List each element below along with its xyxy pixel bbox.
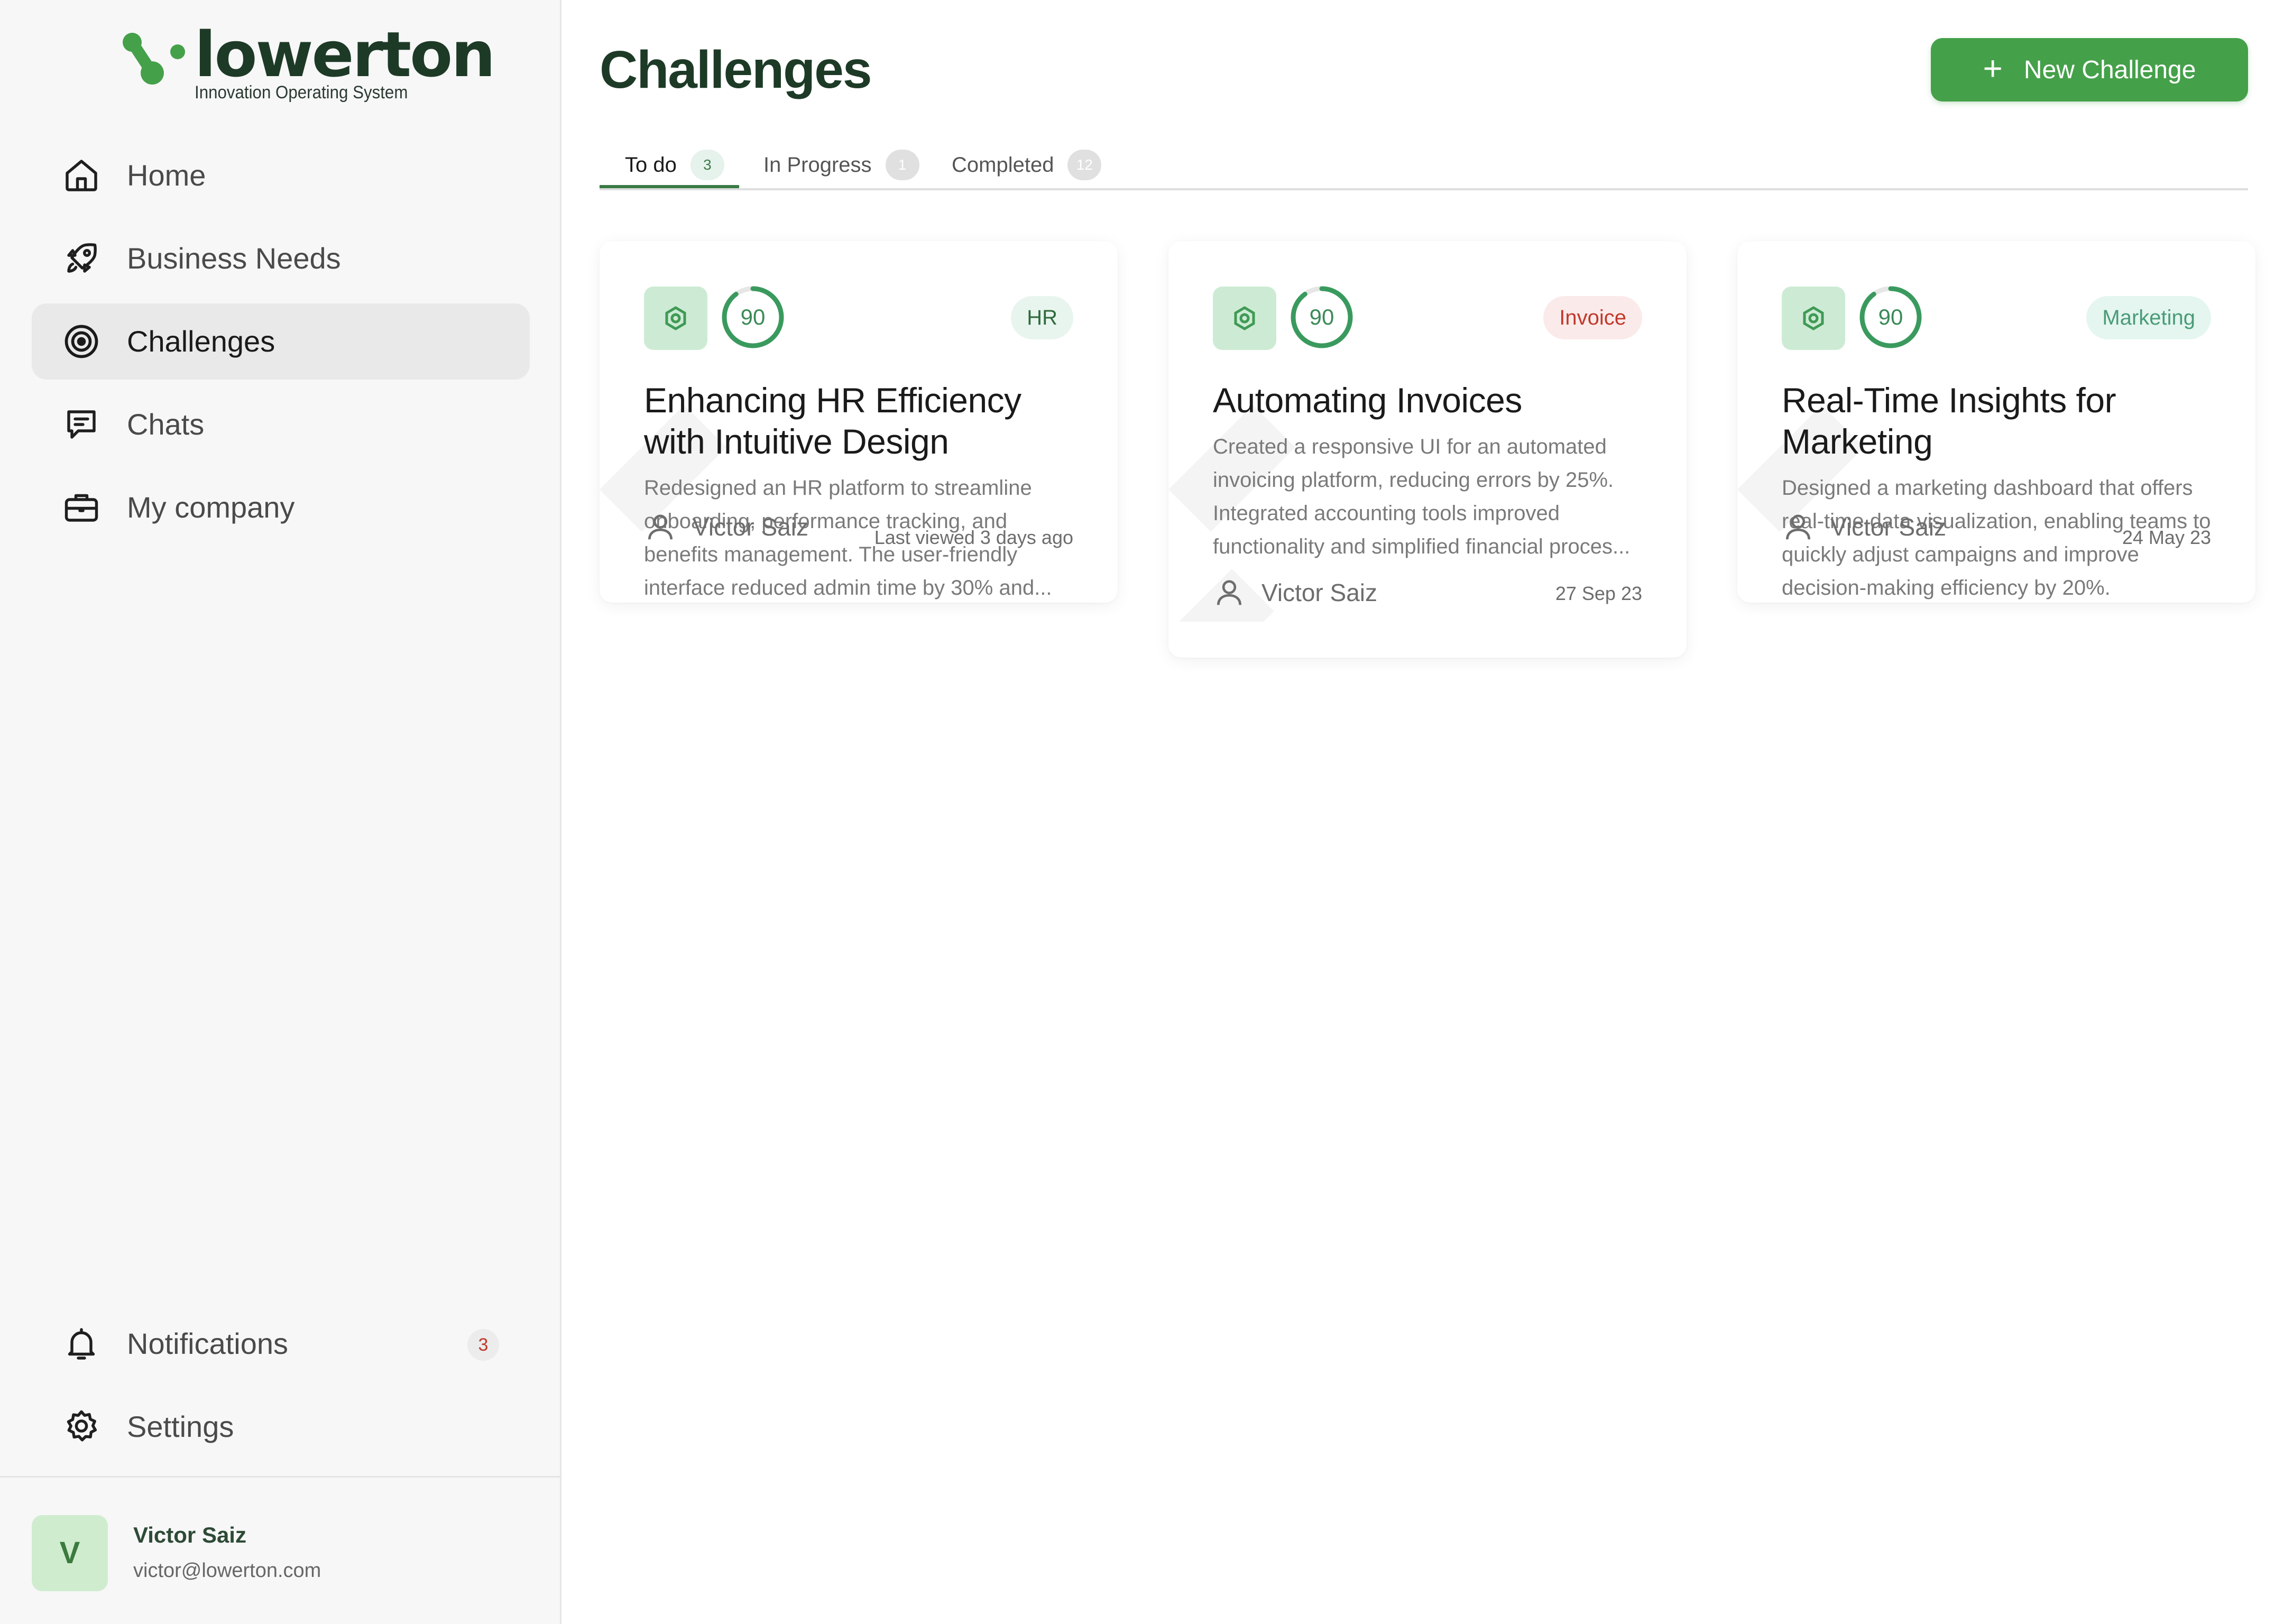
sidebar-item-label: My company	[127, 491, 295, 524]
plus-icon: +	[1983, 49, 2003, 87]
tab-label: To do	[625, 153, 677, 177]
hex-gear-icon	[1803, 306, 1824, 330]
card-author: Victor Saiz	[1213, 574, 1377, 611]
sidebar: lowerton Innovation Operating System Hom…	[0, 0, 561, 1624]
home-icon	[66, 160, 97, 191]
notification-count-badge: 3	[467, 1329, 499, 1361]
chat-icon	[67, 410, 96, 439]
briefcase-icon	[65, 494, 98, 522]
hex-gear-icon	[665, 306, 686, 330]
tab-label: In Progress	[763, 153, 872, 177]
avatar[interactable]: V	[32, 1515, 108, 1591]
card-date: 27 Sep 23	[1555, 583, 1642, 604]
tab-todo[interactable]: To do 3	[625, 142, 724, 188]
sidebar-item-home[interactable]: Home	[32, 137, 530, 214]
challenge-card[interactable]: 90 Marketing Real-Time Insights for Mark…	[1737, 241, 2255, 603]
card-title: Real-Time Insights for Marketing	[1782, 381, 2116, 461]
category-tag: Marketing	[2086, 296, 2211, 339]
tab-completed[interactable]: Completed 12	[952, 142, 1102, 188]
author-name: Victor Saiz	[693, 513, 809, 541]
logo-mark-icon	[123, 33, 185, 85]
sidebar-item-challenges[interactable]: Challenges	[32, 303, 530, 380]
sidebar-item-label: Challenges	[127, 325, 275, 358]
user-icon	[1786, 514, 1810, 540]
user-icon	[648, 514, 673, 540]
user-icon	[1217, 580, 1241, 605]
sidebar-divider	[0, 1476, 561, 1478]
sidebar-item-label: Chats	[127, 408, 205, 441]
target-icon	[65, 325, 98, 358]
card-title: Automating Invoices	[1213, 381, 1522, 420]
sidebar-item-label: Business Needs	[127, 242, 341, 275]
sidebar-item-label: Settings	[127, 1410, 234, 1443]
card-date: Last viewed 3 days ago	[874, 527, 1073, 548]
user-name: Victor Saiz	[133, 1522, 246, 1547]
match-score: 90	[740, 304, 766, 329]
sidebar-item-chats[interactable]: Chats	[32, 386, 530, 463]
card-author: Victor Saiz	[1782, 509, 1946, 546]
gear-icon	[67, 1410, 97, 1442]
challenge-card[interactable]: 90 HR Enhancing HR Efficiency with Intui…	[600, 241, 1118, 603]
logo-wordmark: lowerton	[195, 18, 495, 91]
card-date: 24 May 23	[2122, 527, 2211, 548]
tab-count-badge: 1	[885, 150, 919, 180]
challenge-type-tile	[1782, 287, 1845, 350]
hex-gear-icon	[1234, 306, 1255, 330]
page-title: Challenges	[600, 40, 872, 99]
category-tag: HR	[1011, 296, 1073, 339]
tab-count-badge: 3	[690, 150, 724, 180]
rocket-icon	[67, 243, 97, 273]
challenge-tabs: To do 3 In Progress 1 Completed 12	[600, 136, 2248, 190]
new-challenge-label: New Challenge	[2023, 56, 2196, 84]
brand-logo[interactable]: lowerton Innovation Operating System	[121, 23, 495, 112]
author-name: Victor Saiz	[1830, 513, 1947, 541]
challenge-type-tile	[1213, 287, 1276, 350]
sidebar-item-my-company[interactable]: My company	[32, 469, 530, 546]
tab-count-badge: 12	[1067, 150, 1102, 180]
challenge-type-tile	[644, 287, 707, 350]
challenge-card[interactable]: 90 Invoice Automating Invoices Created a…	[1168, 241, 1687, 658]
sidebar-item-settings[interactable]: Settings	[32, 1389, 530, 1465]
logo-tagline: Innovation Operating System	[195, 82, 408, 103]
card-title: Enhancing HR Efficiency with Intuitive D…	[644, 381, 1021, 461]
match-score: 90	[1878, 304, 1903, 329]
sidebar-item-business-needs[interactable]: Business Needs	[32, 220, 530, 297]
author-name: Victor Saiz	[1261, 579, 1378, 606]
sidebar-item-notifications[interactable]: Notifications 3	[32, 1306, 530, 1382]
sidebar-item-label: Notifications	[127, 1327, 289, 1360]
new-challenge-button[interactable]: + New Challenge	[1931, 38, 2248, 102]
tab-in-progress[interactable]: In Progress 1	[763, 142, 919, 188]
tab-label: Completed	[952, 153, 1054, 177]
card-description: Created a responsive UI for an automated…	[1213, 435, 1631, 558]
user-email: victor@lowerton.com	[133, 1560, 321, 1582]
category-tag: Invoice	[1543, 296, 1642, 339]
match-score: 90	[1309, 304, 1334, 329]
active-tab-indicator	[600, 185, 739, 188]
sidebar-item-label: Home	[127, 159, 206, 192]
card-author: Victor Saiz	[644, 509, 808, 546]
bell-icon	[68, 1328, 95, 1360]
